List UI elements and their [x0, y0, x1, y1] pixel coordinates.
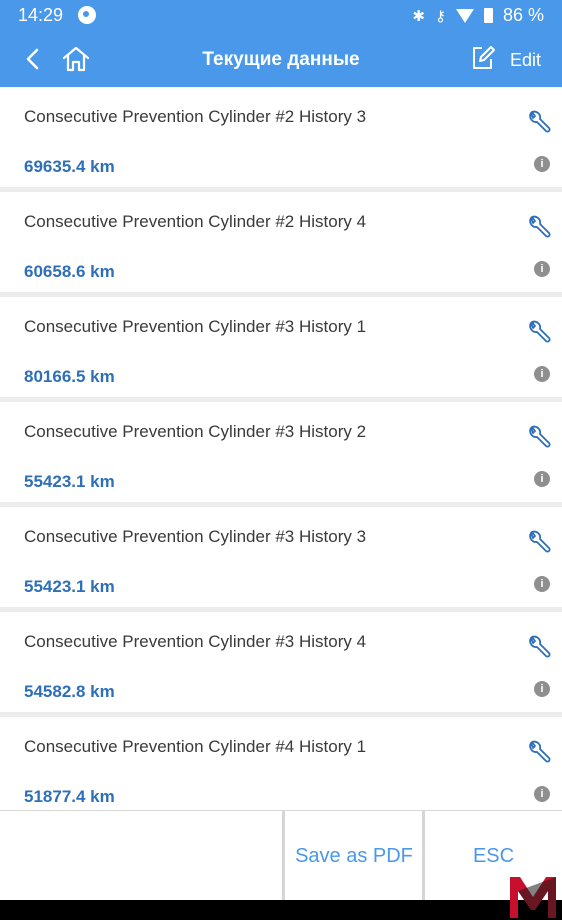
item-name: Consecutive Prevention Cylinder #4 Histo… [24, 737, 367, 756]
chevron-left-icon[interactable] [20, 44, 48, 74]
list-item[interactable]: Consecutive Prevention Cylinder #3 Histo… [0, 507, 562, 607]
item-name: Consecutive Prevention Cylinder #2 Histo… [24, 212, 367, 231]
info-icon[interactable]: i [534, 786, 550, 802]
list-item[interactable]: Consecutive Prevention Cylinder #4 Histo… [0, 717, 562, 810]
info-icon[interactable]: i [534, 471, 550, 487]
wrench-icon[interactable] [526, 424, 552, 450]
list-item[interactable]: Consecutive Prevention Cylinder #3 Histo… [0, 402, 562, 502]
item-name: Consecutive Prevention Cylinder #3 Histo… [24, 632, 367, 651]
status-bar: 14:29 ✱ ⚷ 86 % [0, 0, 562, 32]
item-value: 54582.8 km [24, 682, 115, 701]
wrench-icon[interactable] [526, 529, 552, 555]
cast-icon [78, 6, 96, 24]
list-item[interactable]: Consecutive Prevention Cylinder #2 Histo… [0, 192, 562, 292]
item-name: Consecutive Prevention Cylinder #3 Histo… [24, 317, 367, 336]
battery-icon [483, 8, 493, 23]
item-value: 69635.4 km [24, 157, 115, 176]
info-icon[interactable]: i [534, 366, 550, 382]
item-name: Consecutive Prevention Cylinder #2 Histo… [24, 107, 367, 126]
item-name: Consecutive Prevention Cylinder #3 Histo… [24, 527, 367, 546]
wifi-icon [455, 8, 474, 23]
battery-level: 86 % [502, 5, 544, 25]
wrench-icon[interactable] [526, 319, 552, 345]
item-value: 55423.1 km [24, 577, 115, 596]
edit-button[interactable]: Edit [510, 50, 541, 71]
info-icon[interactable]: i [534, 576, 550, 592]
item-value: 60658.6 km [24, 262, 115, 281]
status-time: 14:29 [18, 5, 64, 25]
wrench-icon[interactable] [526, 109, 552, 135]
wrench-icon[interactable] [526, 634, 552, 660]
status-indicators: ✱ ⚷ 86 % [412, 5, 544, 26]
key-icon: ⚷ [434, 7, 446, 25]
page-title: Текущие данные [202, 49, 360, 70]
edit-icon[interactable] [470, 45, 496, 71]
info-icon[interactable]: i [534, 681, 550, 697]
m-logo [510, 877, 556, 918]
item-name: Consecutive Prevention Cylinder #3 Histo… [24, 422, 367, 441]
item-value: 55423.1 km [24, 472, 115, 491]
bluetooth-icon: ✱ [412, 7, 425, 25]
wrench-icon[interactable] [526, 214, 552, 240]
list-item[interactable]: Consecutive Prevention Cylinder #2 Histo… [0, 87, 562, 187]
info-icon[interactable]: i [534, 261, 550, 277]
list-item[interactable]: Consecutive Prevention Cylinder #3 Histo… [0, 612, 562, 712]
app-header: 14:29 ✱ ⚷ 86 % Текущие данные Edit [0, 0, 562, 87]
system-nav-bar [0, 900, 562, 920]
bottom-action-bar: Save as PDF ESC [0, 810, 562, 901]
toolbar: Текущие данные Edit [0, 34, 562, 86]
wrench-icon[interactable] [526, 739, 552, 765]
list-item[interactable]: Consecutive Prevention Cylinder #3 Histo… [0, 297, 562, 397]
item-value: 80166.5 km [24, 367, 115, 386]
data-list[interactable]: Consecutive Prevention Cylinder #2 Histo… [0, 87, 562, 810]
item-value: 51877.4 km [24, 787, 115, 806]
info-icon[interactable]: i [534, 156, 550, 172]
home-icon[interactable] [60, 44, 92, 74]
save-as-pdf-button[interactable]: Save as PDF [285, 811, 423, 901]
